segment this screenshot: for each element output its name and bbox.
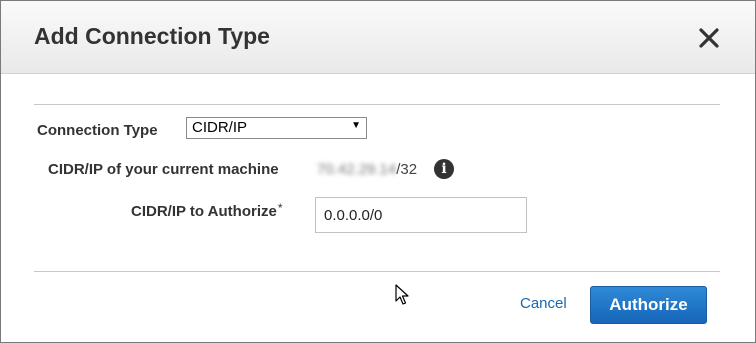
dialog-header: Add Connection Type (1, 1, 755, 74)
current-ip-masked: 70.42.29.14 (317, 161, 397, 178)
connection-type-label: Connection Type (37, 122, 158, 139)
current-ip-suffix: /32 (396, 161, 418, 178)
info-icon[interactable]: i (434, 159, 454, 179)
dropdown-arrow-icon: ▼ (351, 120, 361, 131)
close-icon[interactable] (697, 26, 721, 50)
current-machine-label: CIDR/IP of your current machine (48, 161, 279, 178)
authorize-cidr-label-text: CIDR/IP to Authorize (131, 203, 277, 220)
authorize-cidr-label: CIDR/IP to Authorize* (131, 201, 283, 220)
mouse-cursor-icon (395, 284, 409, 311)
current-machine-ip: 70.42.29.14/32 (317, 161, 417, 178)
dialog-title: Add Connection Type (34, 23, 270, 49)
divider-top (34, 104, 720, 105)
divider-bottom (34, 271, 720, 272)
connection-type-selected-value: CIDR/IP (192, 119, 248, 136)
cancel-button[interactable]: Cancel (520, 295, 567, 312)
authorize-button[interactable]: Authorize (590, 286, 707, 324)
add-connection-type-dialog: Add Connection Type Connection Type CIDR… (0, 0, 756, 343)
authorize-cidr-input[interactable] (315, 197, 527, 233)
required-marker: * (277, 201, 283, 215)
connection-type-select[interactable]: CIDR/IP ▼ (186, 117, 367, 139)
